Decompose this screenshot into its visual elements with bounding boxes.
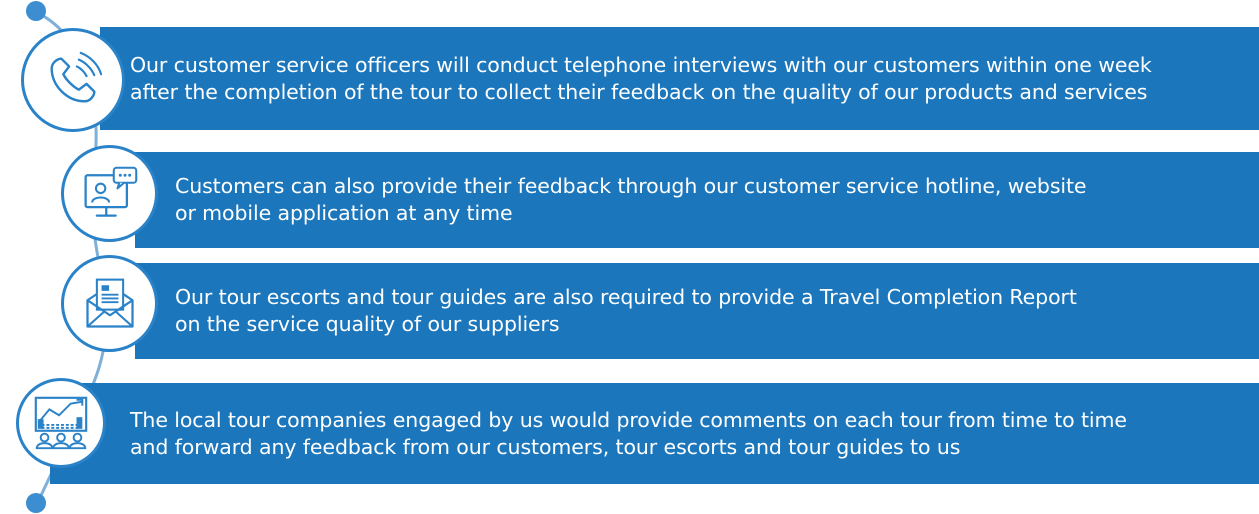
step-4-icon-circle bbox=[16, 378, 106, 468]
step-band-2: Customers can also provide their feedbac… bbox=[135, 152, 1259, 248]
step-band-4: The local tour companies engaged by us w… bbox=[50, 383, 1259, 484]
step-3-icon-circle bbox=[61, 255, 158, 352]
step-1-text: Our customer service officers will condu… bbox=[130, 52, 1152, 104]
analytics-group-icon bbox=[34, 396, 88, 450]
step-4-text: The local tour companies engaged by us w… bbox=[130, 407, 1127, 459]
feedback-process-diagram: Our customer service officers will condu… bbox=[0, 0, 1259, 514]
step-1-icon-circle bbox=[21, 28, 125, 132]
phone-icon bbox=[50, 51, 103, 103]
step-2-icon-circle bbox=[61, 145, 158, 242]
step-3-text: Our tour escorts and tour guides are als… bbox=[175, 285, 1077, 336]
envelope-icon bbox=[85, 278, 134, 328]
step-band-3: Our tour escorts and tour guides are als… bbox=[135, 263, 1259, 359]
timeline-end-dot bbox=[26, 493, 46, 513]
online-chat-icon bbox=[84, 166, 137, 217]
step-band-1: Our customer service officers will condu… bbox=[100, 27, 1259, 130]
timeline-start-dot bbox=[26, 1, 46, 21]
step-2-text: Customers can also provide their feedbac… bbox=[175, 174, 1087, 225]
